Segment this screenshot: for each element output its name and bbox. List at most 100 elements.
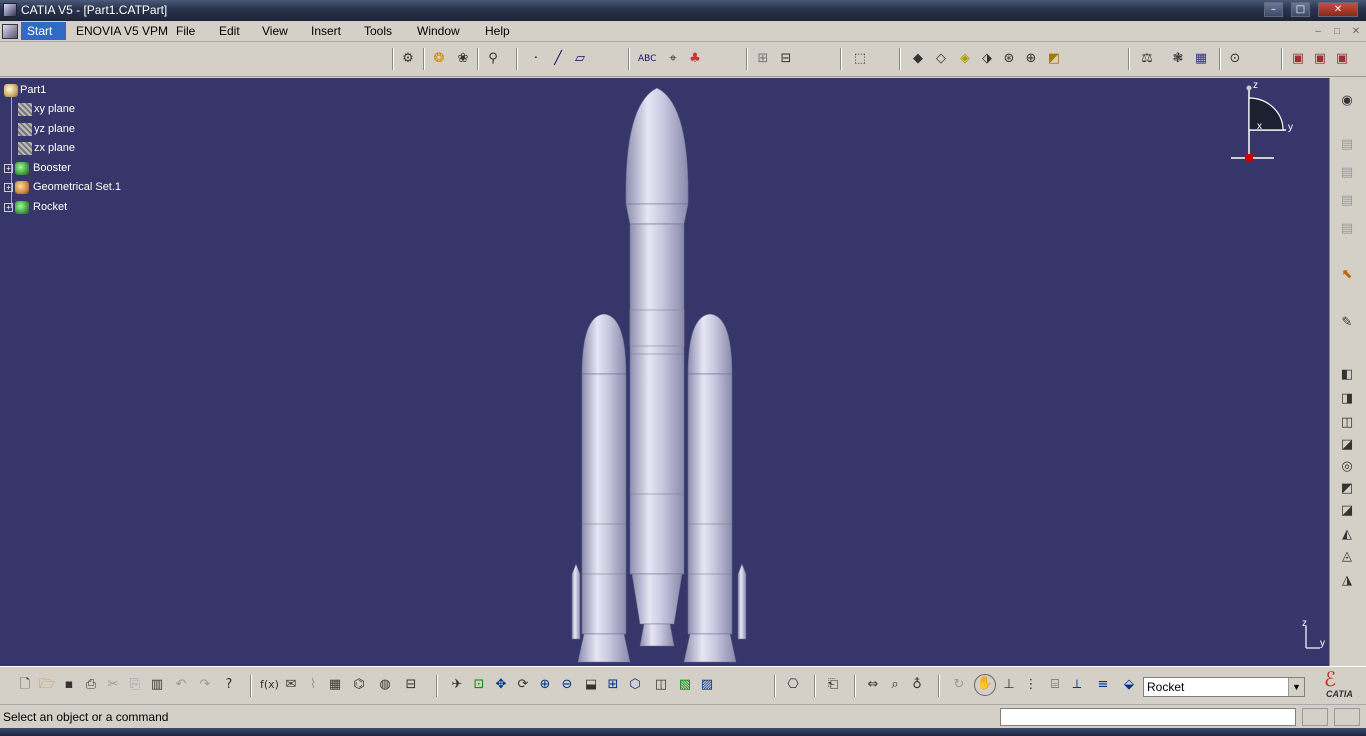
constraint-defined-icon[interactable]: ⊟	[777, 50, 795, 68]
menu-help[interactable]: Help	[485, 24, 510, 38]
tree-node-rocket[interactable]: + Rocket	[4, 199, 67, 215]
command-options-button[interactable]	[1334, 708, 1360, 726]
rule-icon[interactable]: ⌇	[304, 676, 322, 694]
sketch-constraint-icon[interactable]: ▤	[1338, 220, 1356, 238]
plane-icon[interactable]: ▱	[571, 50, 589, 68]
zoom-in-icon[interactable]: ⊕	[536, 676, 554, 694]
grid-icon[interactable]: ▦	[1192, 50, 1210, 68]
expand-icon[interactable]: +	[4, 202, 13, 212]
new-file-icon[interactable]: 🗋	[16, 676, 34, 694]
point-icon[interactable]: ·	[527, 50, 545, 68]
close-button[interactable]: ✕	[1318, 2, 1358, 17]
command-input[interactable]	[1000, 708, 1296, 726]
catalog-icon[interactable]: ⌬	[350, 676, 368, 694]
render-light-icon[interactable]: ▣	[1333, 50, 1351, 68]
assemble-icon[interactable]: ❀	[454, 50, 472, 68]
geometry-viewport[interactable]: Part1 xy plane yz plane zx plane + Booste…	[0, 78, 1329, 666]
shaft-feature-icon[interactable]: ◨	[1338, 390, 1356, 408]
sketcher-icon[interactable]: ⚙	[399, 50, 417, 68]
hole-feature-icon[interactable]: ◎	[1338, 458, 1356, 476]
swap-space-icon[interactable]: ▨	[698, 676, 716, 694]
body-insert-icon[interactable]: ⬚	[851, 50, 869, 68]
measure-between-icon[interactable]: ⎔	[784, 676, 802, 694]
menu-tools[interactable]: Tools	[364, 24, 392, 38]
tree-node-part1[interactable]: Part1	[4, 82, 46, 98]
menu-window[interactable]: Window	[417, 24, 460, 38]
render-icon[interactable]: ▣	[1289, 50, 1307, 68]
tree-node-geometrical-set[interactable]: + Geometrical Set.1	[4, 179, 121, 195]
print-icon[interactable]: ⎙	[82, 676, 100, 694]
table-icon[interactable]: ▦	[326, 676, 344, 694]
menu-view[interactable]: View	[262, 24, 288, 38]
sketch-grid-icon[interactable]: ⋮	[1022, 676, 1040, 694]
snap-icon[interactable]: ⇔	[864, 676, 882, 694]
shaft-icon[interactable]: ◈	[956, 50, 974, 68]
pad-feature-icon[interactable]: ◧	[1338, 366, 1356, 384]
rotate-icon[interactable]: ⟳	[514, 676, 532, 694]
document-icon[interactable]	[2, 24, 18, 39]
draft-feature-icon[interactable]: ◭	[1338, 526, 1356, 544]
tree-node-zx-plane[interactable]: zx plane	[18, 140, 75, 156]
loft-feature-icon[interactable]: ◪	[1338, 436, 1356, 454]
knowledge-icon[interactable]: ❃	[1169, 50, 1187, 68]
maximize-button[interactable]: □	[1291, 2, 1310, 17]
axis-system-icon[interactable]: ⊥	[1000, 676, 1018, 694]
boolean-icon[interactable]: ❂	[430, 50, 448, 68]
macro-icon[interactable]: ◍	[376, 676, 394, 694]
command-button[interactable]	[1302, 708, 1328, 726]
swap-visible-icon[interactable]: ◉	[1338, 92, 1356, 110]
expand-icon[interactable]: +	[4, 163, 13, 173]
constraint-icon[interactable]: ⊞	[754, 50, 772, 68]
redo-icon[interactable]: ↷	[196, 676, 214, 694]
extract-icon[interactable]: ⚲	[484, 50, 502, 68]
core-stage[interactable]	[625, 87, 689, 647]
thickness-feature-icon[interactable]: ◮	[1338, 572, 1356, 590]
shell-feature-icon[interactable]: ◬	[1338, 548, 1356, 566]
minimize-button[interactable]: –	[1264, 2, 1283, 17]
sketch-operation-icon[interactable]: ▤	[1338, 192, 1356, 210]
bulb-icon[interactable]: ♁	[908, 676, 926, 694]
zoom-out-icon[interactable]: ⊖	[558, 676, 576, 694]
work-object-icon[interactable]: ⬙	[1120, 676, 1138, 694]
menu-start[interactable]: Start	[21, 22, 67, 40]
iso-view-icon[interactable]: ⬡	[626, 676, 644, 694]
hide-show-icon[interactable]: ▧	[676, 676, 694, 694]
pocket-icon[interactable]: ◇	[932, 50, 950, 68]
dimension-icon[interactable]: ≡	[1094, 676, 1112, 694]
catia-app-icon[interactable]	[3, 3, 17, 17]
tree-node-yz-plane[interactable]: yz plane	[18, 121, 75, 137]
doc-minimize-button[interactable]: –	[1310, 26, 1326, 39]
rocket-model[interactable]	[560, 84, 760, 666]
hole-icon[interactable]: ⊛	[1000, 50, 1018, 68]
comment-icon[interactable]: ✉	[282, 676, 300, 694]
capture-icon[interactable]: ⎗	[824, 676, 842, 694]
normal-view-icon[interactable]: ⬓	[582, 676, 600, 694]
save-icon[interactable]: ▪	[60, 676, 78, 694]
fly-mode-icon[interactable]: ✈	[448, 676, 466, 694]
apply-material-icon[interactable]: ♣	[686, 50, 704, 68]
paste-icon[interactable]: ▥	[148, 676, 166, 694]
pad-icon[interactable]: ◆	[909, 50, 927, 68]
fit-all-icon[interactable]: ⊙	[1226, 50, 1244, 68]
construction-icon[interactable]: ⟂	[1068, 676, 1086, 694]
groove-icon[interactable]: ⬗	[978, 50, 996, 68]
magnifier-icon[interactable]: ⌕	[886, 676, 904, 694]
multi-view-icon[interactable]: ⊞	[604, 676, 622, 694]
fillet-feature-icon[interactable]: ◩	[1338, 480, 1356, 498]
tree-node-booster[interactable]: + Booster	[4, 160, 71, 176]
menu-enovia[interactable]: ENOVIA V5 VPM	[76, 24, 168, 38]
copy-icon[interactable]: ⎘	[126, 676, 144, 694]
rib-icon[interactable]: ⊕	[1022, 50, 1040, 68]
cut-icon[interactable]: ✂	[104, 676, 122, 694]
analysis-icon[interactable]: ⚖	[1138, 50, 1156, 68]
annotation-icon[interactable]: ABC	[638, 50, 656, 68]
doc-close-button[interactable]: ✕	[1348, 26, 1364, 39]
hand-pan-icon[interactable]: ✋	[974, 674, 996, 696]
fillet-icon[interactable]: ◩	[1045, 50, 1063, 68]
menu-edit[interactable]: Edit	[219, 24, 240, 38]
compass-widget[interactable]: z y x	[1228, 80, 1298, 166]
render-scene-icon[interactable]: ▣	[1311, 50, 1329, 68]
whats-this-icon[interactable]: ?	[220, 676, 238, 694]
fit-all-in-icon[interactable]: ⊡	[470, 676, 488, 694]
right-booster[interactable]	[683, 313, 747, 663]
